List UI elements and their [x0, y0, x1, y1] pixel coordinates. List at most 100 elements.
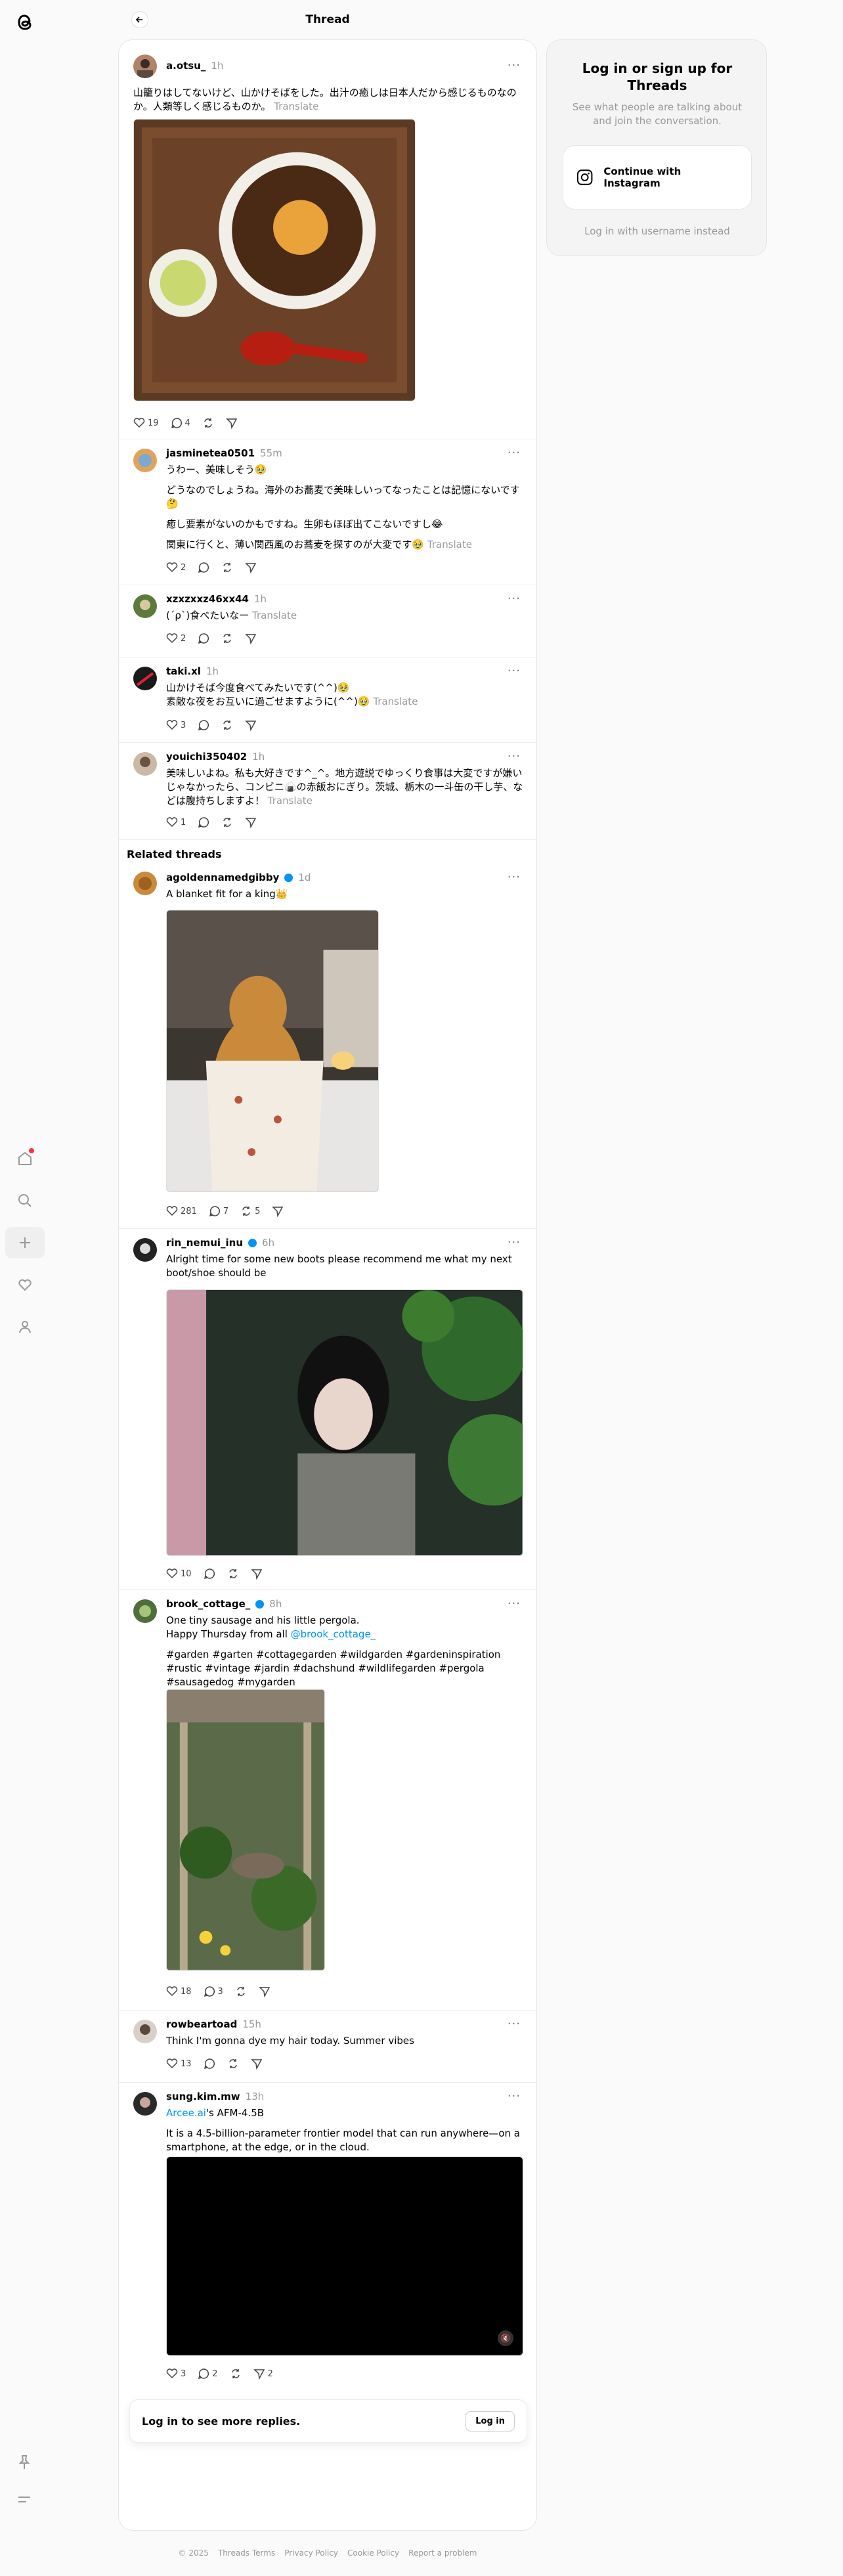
post-image[interactable] [133, 119, 416, 401]
avatar[interactable] [133, 594, 157, 618]
more-options-icon[interactable]: ··· [508, 2089, 521, 2103]
repost-button[interactable] [202, 417, 214, 429]
username[interactable]: jasminetea0501 [166, 447, 255, 459]
share-button[interactable] [245, 719, 257, 731]
nav-home-icon[interactable] [5, 1143, 45, 1174]
avatar[interactable] [133, 2020, 157, 2043]
username[interactable]: sung.kim.mw [166, 2091, 240, 2102]
username[interactable]: rin_nemui_inu [166, 1237, 243, 1249]
repost-button[interactable] [227, 1568, 239, 1580]
username-login-link[interactable]: Log in with username instead [567, 225, 748, 237]
share-button[interactable] [245, 633, 257, 644]
post-time[interactable]: 13h [246, 2091, 265, 2102]
avatar[interactable] [133, 667, 157, 690]
post-time[interactable]: 6h [262, 1237, 274, 1249]
translate-link[interactable]: Translate [274, 100, 318, 112]
like-button[interactable]: 13 [166, 2058, 192, 2070]
post-video[interactable]: 🔇 [166, 2156, 523, 2356]
avatar[interactable] [133, 1599, 157, 1623]
reply-button[interactable]: 3 [204, 1986, 223, 1997]
footer-link-cookies[interactable]: Cookie Policy [347, 2548, 399, 2558]
post-time[interactable]: 1h [211, 60, 223, 72]
reply-button[interactable] [204, 2058, 215, 2070]
avatar[interactable] [133, 1238, 157, 1262]
mention-link[interactable]: Arcee.ai [166, 2107, 206, 2119]
footer-link-privacy[interactable]: Privacy Policy [284, 2548, 338, 2558]
repost-button[interactable] [221, 816, 233, 828]
login-button[interactable]: Log in [465, 2410, 515, 2432]
translate-link[interactable]: Translate [373, 696, 418, 707]
reply-button[interactable] [198, 633, 209, 644]
more-options-icon[interactable]: ··· [508, 446, 521, 460]
translate-link[interactable]: Translate [252, 610, 297, 621]
post-image[interactable] [166, 910, 379, 1192]
username[interactable]: xzxzxxz46xx44 [166, 593, 249, 605]
more-options-icon[interactable]: ··· [508, 870, 521, 884]
share-button[interactable] [226, 417, 238, 429]
pin-icon[interactable] [14, 2453, 34, 2472]
footer-link-terms[interactable]: Threads Terms [218, 2548, 275, 2558]
post-time[interactable]: 8h [269, 1598, 282, 1610]
post-time[interactable]: 1h [252, 751, 265, 763]
username[interactable]: youichi350402 [166, 751, 247, 763]
like-button[interactable]: 19 [133, 417, 159, 429]
post-time[interactable]: 15h [242, 2018, 261, 2030]
share-button[interactable] [245, 816, 257, 828]
avatar[interactable] [133, 55, 157, 78]
more-options-icon[interactable]: ··· [508, 1597, 521, 1610]
reply-button[interactable] [198, 719, 209, 731]
translate-link[interactable]: Translate [427, 539, 472, 550]
username[interactable]: agoldennamedgibby [166, 872, 279, 883]
repost-button[interactable] [230, 2368, 242, 2380]
post-time[interactable]: 1d [298, 872, 311, 883]
more-options-icon[interactable]: ··· [508, 664, 521, 678]
post-time[interactable]: 1h [254, 593, 267, 605]
username[interactable]: rowbeartoad [166, 2018, 237, 2030]
like-button[interactable]: 1 [166, 816, 186, 828]
like-button[interactable]: 10 [166, 1568, 192, 1580]
nav-create-icon[interactable] [5, 1227, 45, 1258]
like-button[interactable]: 2 [166, 562, 186, 573]
repost-button[interactable] [221, 633, 233, 644]
avatar[interactable] [133, 752, 157, 776]
username[interactable]: brook_cottage_ [166, 1598, 250, 1610]
share-button[interactable] [259, 1986, 270, 1997]
reply-button[interactable] [198, 816, 209, 828]
username[interactable]: a.otsu_ [166, 60, 205, 72]
reply-button[interactable] [204, 1568, 215, 1580]
back-button[interactable] [131, 11, 148, 28]
repost-button[interactable] [221, 719, 233, 731]
more-options-icon[interactable]: ··· [508, 58, 521, 72]
reply-button[interactable] [198, 562, 209, 573]
repost-button[interactable] [227, 2058, 239, 2070]
share-button[interactable]: 2 [253, 2368, 273, 2380]
post-image[interactable] [166, 1289, 523, 1556]
avatar[interactable] [133, 872, 157, 895]
nav-activity-icon[interactable] [5, 1269, 45, 1300]
threads-logo-icon[interactable] [12, 9, 38, 35]
more-options-icon[interactable]: ··· [508, 2017, 521, 2031]
post-image[interactable] [166, 1689, 325, 1971]
reply-button[interactable]: 4 [171, 417, 190, 429]
avatar[interactable] [133, 449, 157, 472]
post-time[interactable]: 55m [260, 447, 282, 459]
footer-link-report[interactable]: Report a problem [408, 2548, 477, 2558]
reply-button[interactable]: 7 [209, 1205, 228, 1217]
menu-icon[interactable] [14, 2489, 34, 2509]
post-time[interactable]: 1h [206, 665, 219, 677]
mute-icon[interactable]: 🔇 [498, 2330, 513, 2346]
mention-link[interactable]: @brook_cottage_ [291, 1628, 376, 1640]
like-button[interactable]: 2 [166, 633, 186, 644]
more-options-icon[interactable]: ··· [508, 749, 521, 763]
translate-link[interactable]: Translate [268, 795, 313, 807]
like-button[interactable]: 3 [166, 2368, 186, 2380]
share-button[interactable] [245, 562, 257, 573]
more-options-icon[interactable]: ··· [508, 1235, 521, 1249]
share-button[interactable] [250, 2058, 263, 2070]
like-button[interactable]: 3 [166, 719, 186, 731]
like-button[interactable]: 281 [166, 1205, 197, 1217]
avatar[interactable] [133, 2092, 157, 2116]
share-button[interactable] [250, 1568, 263, 1580]
repost-button[interactable]: 5 [240, 1205, 260, 1217]
nav-search-icon[interactable] [5, 1185, 45, 1216]
